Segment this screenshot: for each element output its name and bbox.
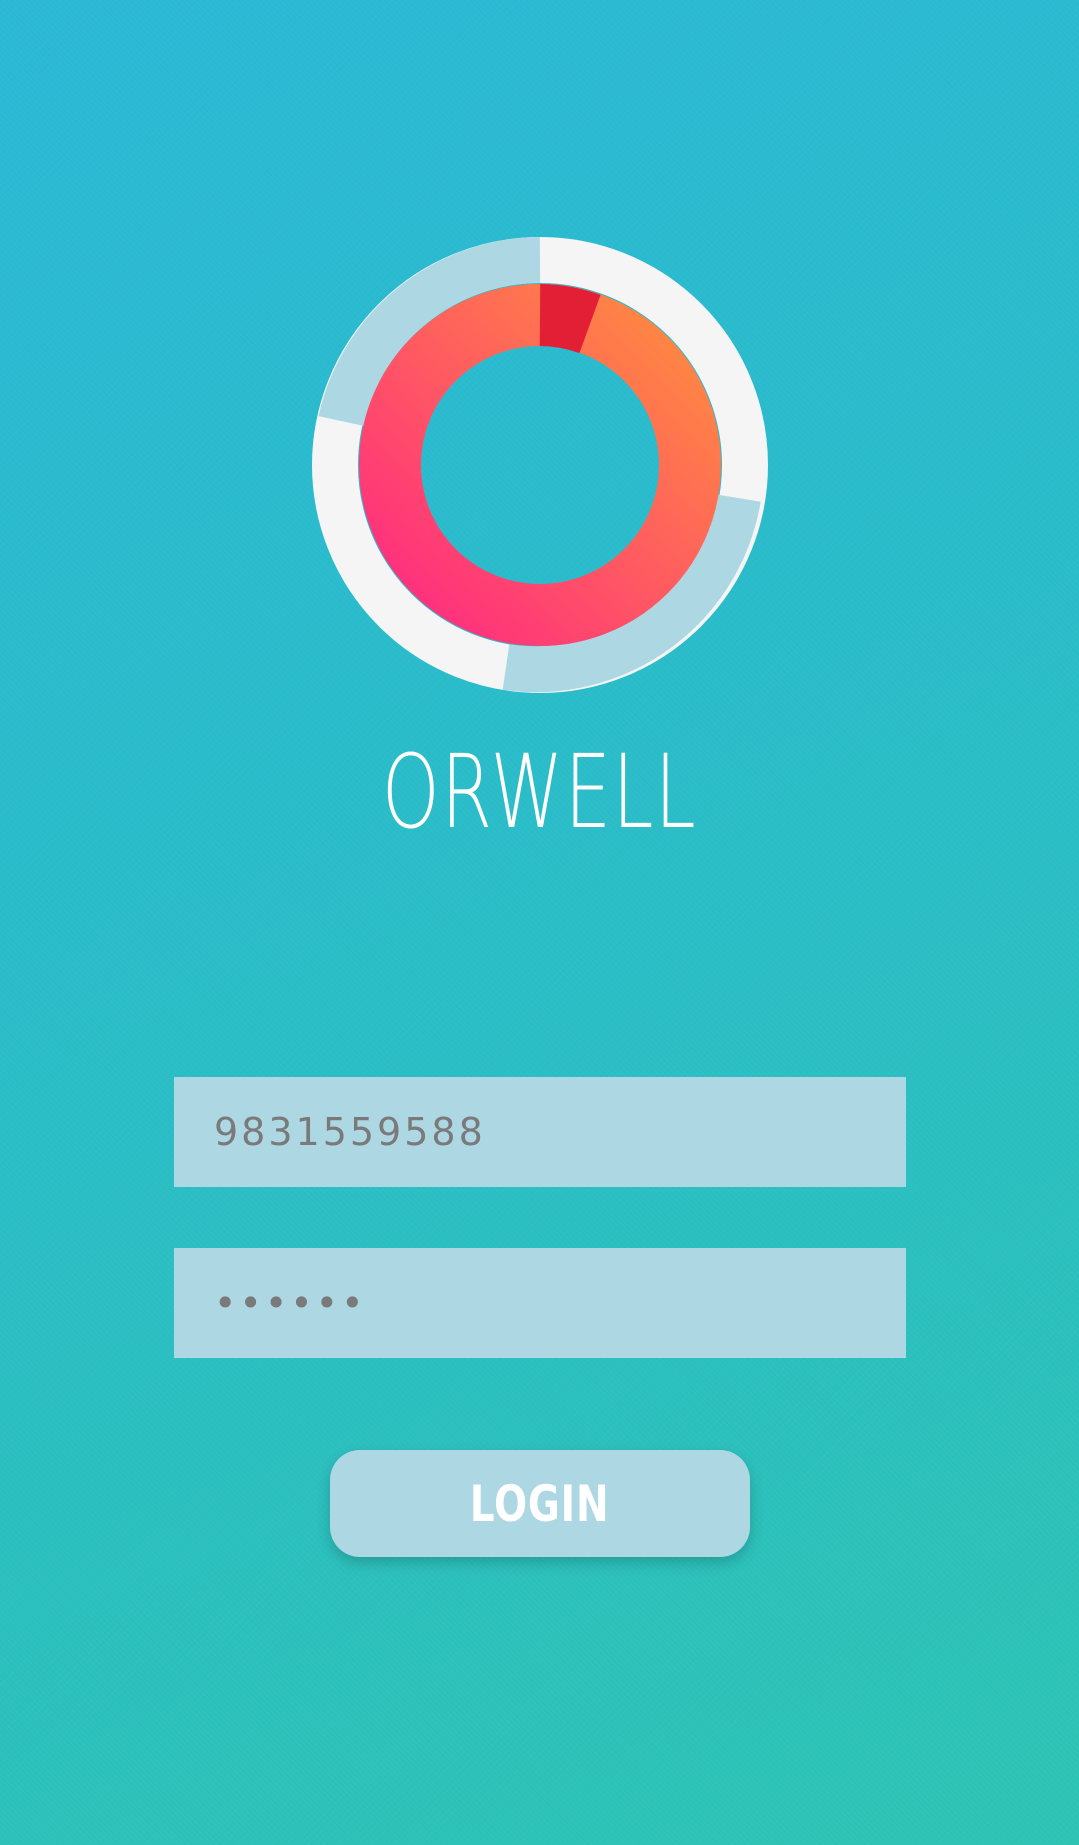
login-button[interactable]: LOGIN (330, 1450, 750, 1557)
ring-logo-icon (310, 235, 770, 695)
login-button-label: LOGIN (470, 1474, 610, 1533)
app-title: ORWELL (381, 733, 698, 852)
phone-input[interactable] (214, 1077, 906, 1187)
phone-field[interactable] (174, 1077, 906, 1187)
inner-ring (359, 284, 721, 646)
password-input[interactable] (214, 1248, 906, 1358)
password-field[interactable] (174, 1248, 906, 1358)
inner-ring-cap (538, 284, 601, 354)
